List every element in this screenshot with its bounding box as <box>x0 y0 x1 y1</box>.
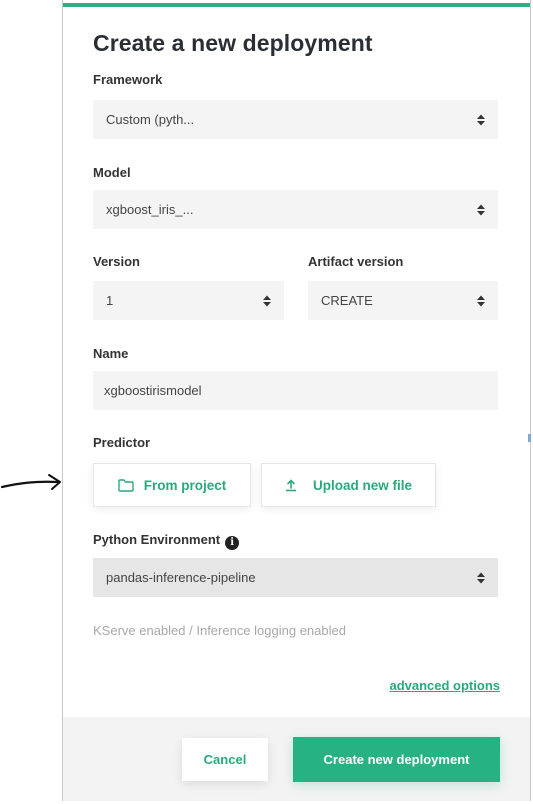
scrollbar-marker <box>528 434 531 442</box>
model-label: Model <box>93 165 131 180</box>
select-caret-icon <box>477 204 485 215</box>
predictor-label: Predictor <box>93 435 151 450</box>
model-select[interactable]: xgboost_iris_... <box>93 190 498 229</box>
version-select[interactable]: 1 <box>93 281 284 320</box>
dialog-title: Create a new deployment <box>93 30 373 56</box>
python-environment-label-text: Python Environment <box>93 532 221 547</box>
python-environment-select[interactable]: pandas-inference-pipeline <box>93 558 498 597</box>
framework-select[interactable]: Custom (pyth... <box>93 100 498 139</box>
artifact-version-value: CREATE <box>321 293 373 308</box>
annotation-arrow-icon <box>0 474 61 490</box>
artifact-version-label: Artifact version <box>308 254 404 269</box>
framework-label: Framework <box>93 72 163 87</box>
dialog-footer: Cancel Create new deployment <box>63 717 530 801</box>
python-environment-label: Python Environment i <box>93 532 240 550</box>
name-input[interactable]: xgboostirismodel <box>93 371 498 410</box>
advanced-options-link[interactable]: advanced options <box>389 678 500 693</box>
model-value: xgboost_iris_... <box>106 202 194 217</box>
python-environment-value: pandas-inference-pipeline <box>106 570 256 585</box>
select-caret-icon <box>477 295 485 306</box>
create-deployment-dialog: Create a new deployment Framework Custom… <box>62 0 531 801</box>
framework-value: Custom (pyth... <box>106 112 195 127</box>
select-caret-icon <box>477 572 485 583</box>
version-label: Version <box>93 254 140 269</box>
serving-status-text: KServe enabled / Inference logging enabl… <box>93 623 346 638</box>
select-caret-icon <box>263 295 271 306</box>
from-project-label: From project <box>143 477 227 493</box>
upload-icon <box>285 478 296 491</box>
name-label: Name <box>93 346 129 361</box>
upload-new-file-label: Upload new file <box>312 477 412 493</box>
artifact-version-select[interactable]: CREATE <box>308 281 498 320</box>
folder-icon <box>118 478 134 492</box>
version-value: 1 <box>106 293 114 308</box>
screen: Create a new deployment Framework Custom… <box>0 0 533 804</box>
select-caret-icon <box>477 114 485 125</box>
upload-new-file-button[interactable]: Upload new file <box>261 463 436 507</box>
create-deployment-button[interactable]: Create new deployment <box>293 737 500 782</box>
from-project-button[interactable]: From project <box>93 463 251 507</box>
cancel-button[interactable]: Cancel <box>182 738 268 781</box>
dialog-accent-bar <box>63 3 530 7</box>
info-icon[interactable]: i <box>225 536 240 550</box>
